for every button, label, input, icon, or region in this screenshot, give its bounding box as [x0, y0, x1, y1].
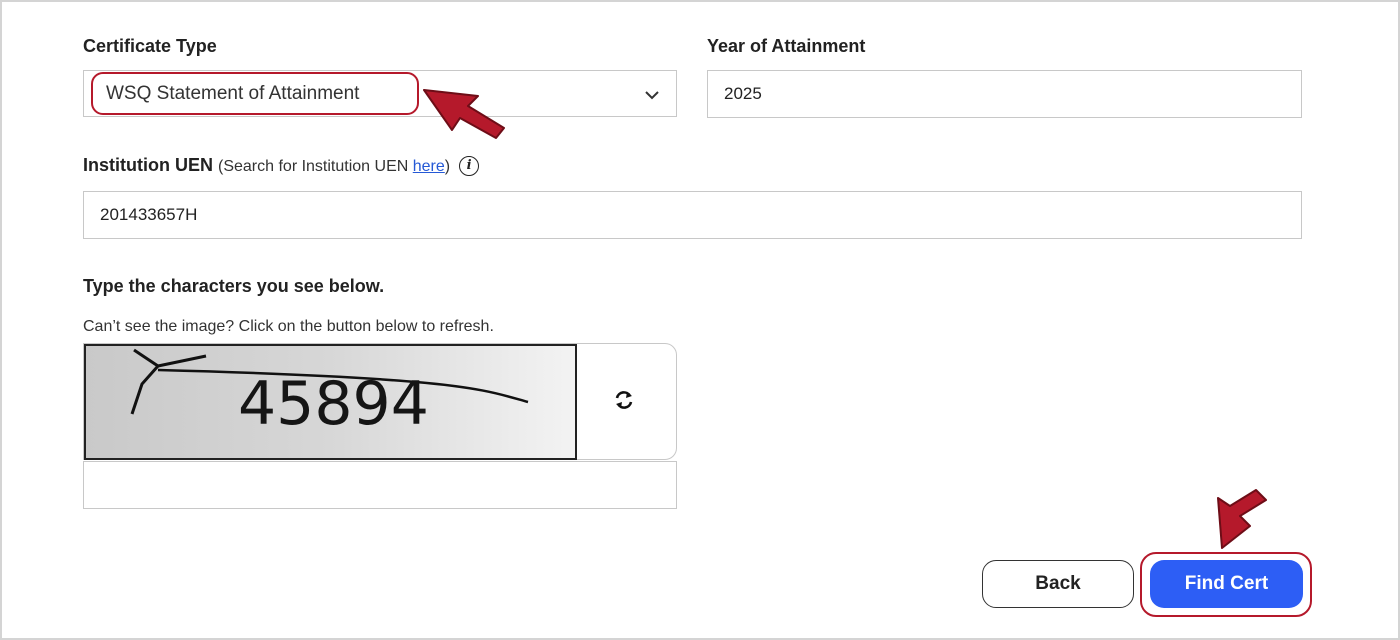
- arrow-pointer-icon: [423, 89, 505, 139]
- captcha-note: Can’t see the image? Click on the button…: [83, 318, 494, 335]
- captcha-image: 45894: [84, 344, 577, 460]
- year-label: Year of Attainment: [707, 36, 866, 56]
- uen-label-row: Institution UEN (Search for Institution …: [83, 155, 480, 177]
- uen-hint-prefix: (Search for Institution UEN: [218, 158, 413, 175]
- year-value: 2025: [724, 84, 762, 103]
- arrow-pointer-icon: [1217, 489, 1267, 549]
- chevron-down-icon: [645, 91, 659, 100]
- captcha-input[interactable]: [83, 461, 677, 509]
- info-icon[interactable]: i: [459, 156, 480, 177]
- captcha-heading: Type the characters you see below.: [83, 276, 385, 296]
- certificate-type-label: Certificate Type: [83, 36, 217, 56]
- highlight-oval-certificate: [91, 72, 419, 115]
- captcha-box: 45894: [83, 343, 677, 460]
- uen-search-link[interactable]: here: [413, 158, 445, 175]
- uen-hint-suffix: ): [444, 158, 451, 175]
- highlight-oval-find-cert: [1140, 552, 1312, 617]
- captcha-text: 45894: [238, 369, 429, 439]
- uen-value: 201433657H: [100, 205, 198, 224]
- uen-label: Institution UEN: [83, 155, 213, 175]
- year-input[interactable]: 2025: [707, 70, 1302, 118]
- back-button[interactable]: Back: [982, 560, 1134, 608]
- uen-input[interactable]: 201433657H: [83, 191, 1302, 239]
- refresh-icon[interactable]: [612, 388, 636, 412]
